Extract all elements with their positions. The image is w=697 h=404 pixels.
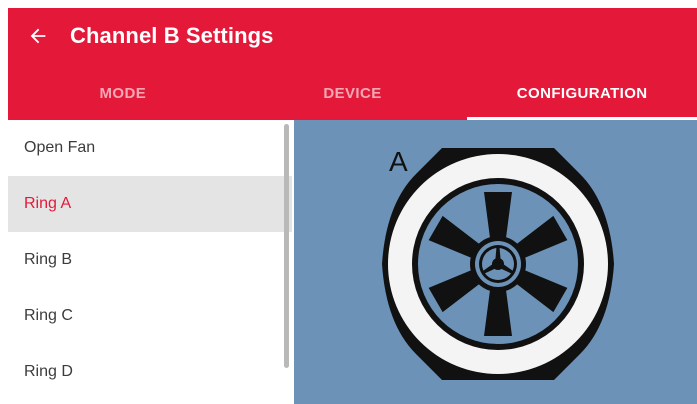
tab-configuration[interactable]: CONFIGURATION xyxy=(467,66,697,120)
tab-mode[interactable]: MODE xyxy=(8,66,238,120)
tab-bar: MODE DEVICE CONFIGURATION xyxy=(8,66,697,120)
title-row: Channel B Settings xyxy=(8,8,697,64)
list-item-ring-b[interactable]: Ring B xyxy=(8,232,292,288)
configuration-list[interactable]: Open Fan Ring A Ring B Ring C Ring D xyxy=(8,120,292,404)
arrow-left-icon xyxy=(30,28,46,44)
tab-device[interactable]: DEVICE xyxy=(238,66,468,120)
list-scrollbar[interactable] xyxy=(284,124,289,368)
list-item-open-fan[interactable]: Open Fan xyxy=(8,120,292,176)
back-button[interactable] xyxy=(22,20,54,52)
list-item-ring-a[interactable]: Ring A xyxy=(8,176,292,232)
page-title: Channel B Settings xyxy=(70,23,274,48)
fan-preview-panel: A xyxy=(294,120,697,404)
list-item-ring-d[interactable]: Ring D xyxy=(8,344,292,400)
app-window: Channel B Settings MODE DEVICE CONFIGURA… xyxy=(0,0,697,404)
top-app-bar: Channel B Settings MODE DEVICE CONFIGURA… xyxy=(8,8,697,120)
list-item-ring-c[interactable]: Ring C xyxy=(8,288,292,344)
fan-ring-icon xyxy=(382,148,614,380)
